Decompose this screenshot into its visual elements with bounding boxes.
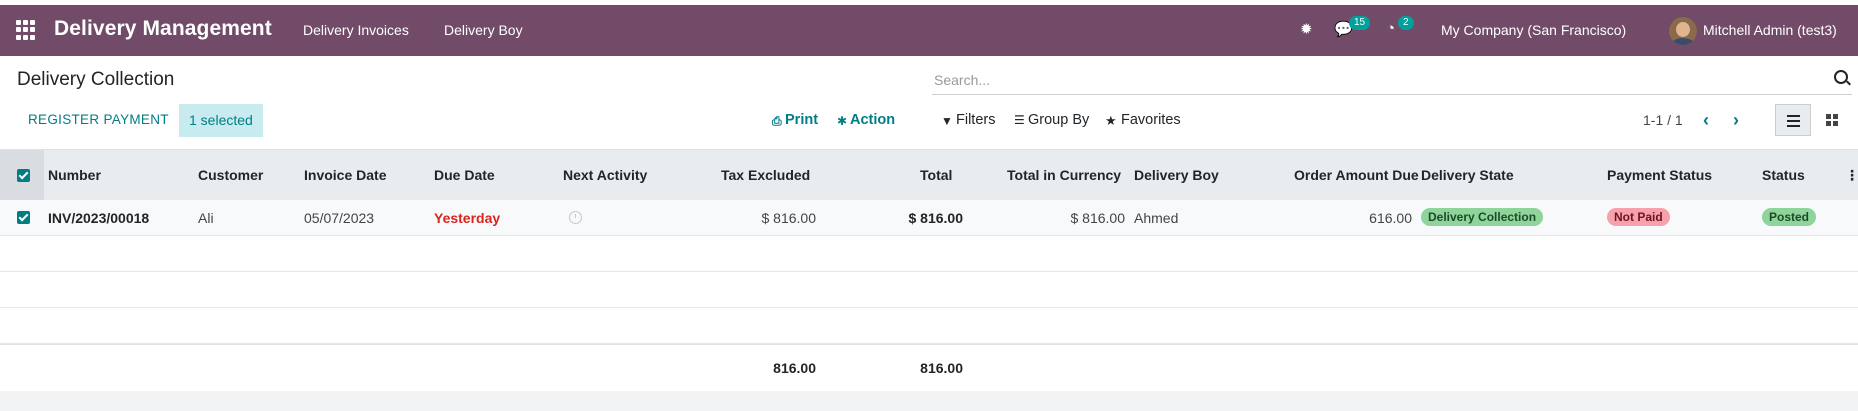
row-checkbox[interactable] [17, 211, 30, 224]
action-button[interactable]: Action [850, 112, 895, 128]
empty-row [0, 272, 1858, 308]
page-title: Delivery Collection [17, 69, 175, 90]
selected-count-badge: 1 selected [179, 104, 263, 137]
empty-row [0, 236, 1858, 272]
filters-button[interactable]: Filters [956, 112, 995, 128]
top-navbar: Delivery Management Delivery Invoices De… [0, 5, 1858, 56]
total-total: 816.00 [920, 360, 963, 376]
app-title[interactable]: Delivery Management [54, 17, 272, 41]
menu-delivery-invoices[interactable]: Delivery Invoices [303, 22, 409, 38]
debug-bug-icon[interactable]: ✹ [1300, 20, 1313, 38]
cell-customer: Ali [198, 210, 214, 226]
column-next-activity[interactable]: Next Activity [563, 167, 647, 183]
favorites-button[interactable]: Favorites [1121, 112, 1181, 128]
column-tax-excluded[interactable]: Tax Excluded [721, 167, 810, 183]
cell-tax-excluded: $ 816.00 [761, 210, 817, 226]
table-row[interactable]: INV/2023/00018 Ali 05/07/2023 Yesterday … [0, 200, 1858, 236]
company-switcher[interactable]: My Company (San Francisco) [1441, 22, 1626, 38]
bottom-spacer [0, 391, 1858, 411]
column-status[interactable]: Status [1762, 167, 1805, 183]
group-by-button[interactable]: Group By [1028, 112, 1089, 128]
column-order-amount-due[interactable]: Order Amount Due [1294, 167, 1419, 183]
kanban-view-button[interactable] [1813, 104, 1849, 136]
column-total[interactable]: Total [920, 167, 952, 183]
column-number[interactable]: Number [48, 167, 101, 183]
column-payment-status[interactable]: Payment Status [1607, 167, 1712, 183]
search-bar [932, 65, 1852, 95]
column-total-in-currency[interactable]: Total in Currency [1007, 167, 1121, 183]
cell-invoice-date: 05/07/2023 [304, 210, 375, 226]
search-icon[interactable] [1834, 70, 1848, 84]
cell-due-date: Yesterday [434, 210, 501, 226]
total-tax-excluded: 816.00 [773, 360, 816, 376]
cell-delivery-boy: Ahmed [1134, 210, 1179, 226]
register-payment-button[interactable]: REGISTER PAYMENT [28, 112, 169, 127]
select-all-checkbox[interactable] [17, 169, 30, 182]
pager-prev-icon[interactable]: ‹ [1703, 111, 1709, 129]
pager-next-icon[interactable]: › [1733, 111, 1739, 129]
table-header: Number Customer Invoice Date Due Date Ne… [0, 149, 1858, 201]
column-customer[interactable]: Customer [198, 167, 263, 183]
payment-status-badge: Not Paid [1607, 208, 1670, 226]
activities-count-badge: 2 [1398, 16, 1414, 30]
activities-clock-icon[interactable]: ◔ [1386, 20, 1395, 37]
print-icon: ⎙ [772, 114, 782, 128]
select-all-cell [0, 150, 44, 200]
menu-delivery-boy[interactable]: Delivery Boy [444, 22, 523, 38]
empty-row [0, 308, 1858, 344]
activity-clock-icon[interactable] [569, 211, 582, 224]
user-avatar[interactable] [1669, 17, 1697, 45]
messages-count-badge: 15 [1349, 16, 1371, 30]
column-due-date[interactable]: Due Date [434, 167, 495, 183]
user-menu[interactable]: Mitchell Admin (test3) [1703, 22, 1837, 38]
optional-columns-icon[interactable]: ⋮ [1845, 167, 1858, 184]
cell-order-amount-due: 616.00 [1369, 210, 1412, 226]
list-view-button[interactable] [1775, 104, 1811, 136]
column-delivery-state[interactable]: Delivery State [1421, 167, 1514, 183]
cell-number: INV/2023/00018 [48, 210, 150, 226]
filter-icon: ▼ [941, 114, 953, 128]
totals-row: 816.00 816.00 [0, 344, 1858, 391]
column-invoice-date[interactable]: Invoice Date [304, 167, 386, 183]
status-badge: Posted [1762, 208, 1817, 226]
apps-menu-icon[interactable] [16, 20, 36, 40]
star-icon: ★ [1105, 113, 1117, 128]
gear-icon: ✱ [837, 114, 848, 128]
print-button[interactable]: Print [785, 112, 818, 128]
column-delivery-boy[interactable]: Delivery Boy [1134, 167, 1219, 183]
pager-value[interactable]: 1-1 / 1 [1643, 112, 1683, 128]
cell-total: $ 816.00 [908, 210, 964, 226]
search-input[interactable] [932, 67, 1816, 93]
group-by-icon: ☰ [1014, 113, 1025, 127]
delivery-state-badge: Delivery Collection [1421, 208, 1544, 226]
cell-total-in-currency: $ 816.00 [1070, 210, 1126, 226]
